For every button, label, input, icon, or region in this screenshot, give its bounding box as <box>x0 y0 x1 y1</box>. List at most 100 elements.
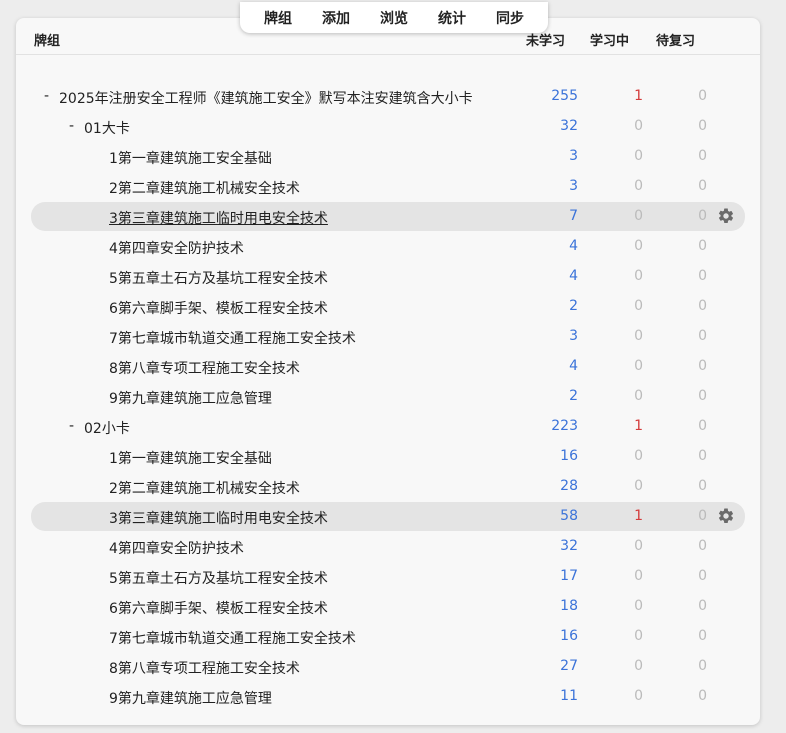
deck-name-link[interactable]: 01大卡 <box>84 118 130 138</box>
deck-name-link[interactable]: 5第五章土石方及基坑工程安全技术 <box>109 268 328 288</box>
due-count: 0 <box>698 358 707 374</box>
deck-name-link[interactable]: 02小卡 <box>84 418 130 438</box>
new-count: 58 <box>560 508 578 524</box>
deck-row[interactable]: 3第三章建筑施工临时用电安全技术 7 0 0 <box>31 202 745 231</box>
learn-count: 1 <box>634 418 643 434</box>
new-count: 223 <box>551 418 578 434</box>
deck-name-link[interactable]: 6第六章脚手架、模板工程安全技术 <box>109 298 328 318</box>
deck-name-link[interactable]: 2第二章建筑施工机械安全技术 <box>109 478 300 498</box>
header-due: 待复习 <box>656 34 696 49</box>
learn-count: 1 <box>634 88 643 104</box>
deck-name-link[interactable]: 6第六章脚手架、模板工程安全技术 <box>109 598 328 618</box>
new-count: 32 <box>560 118 578 134</box>
new-count: 11 <box>560 688 578 704</box>
deck-name-link[interactable]: 8第八章专项工程施工安全技术 <box>109 658 300 678</box>
deck-row[interactable]: 6第六章脚手架、模板工程安全技术 18 0 0 <box>31 592 745 621</box>
collapse-toggle[interactable]: - <box>69 418 74 434</box>
gear-icon[interactable] <box>717 507 735 525</box>
due-count: 0 <box>698 688 707 704</box>
deck-name-link[interactable]: 3第三章建筑施工临时用电安全技术 <box>109 208 328 228</box>
toolbar-decks-button[interactable]: 牌组 <box>249 8 307 28</box>
deck-name-link[interactable]: 3第三章建筑施工临时用电安全技术 <box>109 508 328 528</box>
deck-row[interactable]: 4第四章安全防护技术 4 0 0 <box>31 232 745 261</box>
new-count: 7 <box>569 208 578 224</box>
deck-row[interactable]: 1第一章建筑施工安全基础 3 0 0 <box>31 142 745 171</box>
toolbar-browse-button[interactable]: 浏览 <box>365 8 423 28</box>
deck-name-link[interactable]: 9第九章建筑施工应急管理 <box>109 388 272 408</box>
deck-row[interactable]: -01大卡 32 0 0 <box>31 112 745 141</box>
deck-row[interactable]: 1第一章建筑施工安全基础 16 0 0 <box>31 442 745 471</box>
due-count: 0 <box>698 238 707 254</box>
deck-row[interactable]: 7第七章城市轨道交通工程施工安全技术 3 0 0 <box>31 322 745 351</box>
collapse-toggle[interactable]: - <box>44 88 49 104</box>
learn-count: 0 <box>634 298 643 314</box>
new-count: 16 <box>560 448 578 464</box>
learn-count: 0 <box>634 328 643 344</box>
new-count: 27 <box>560 658 578 674</box>
deck-name-link[interactable]: 7第七章城市轨道交通工程施工安全技术 <box>109 628 356 648</box>
due-count: 0 <box>698 538 707 554</box>
due-count: 0 <box>698 598 707 614</box>
due-count: 0 <box>698 478 707 494</box>
due-count: 0 <box>698 118 707 134</box>
learn-count: 0 <box>634 568 643 584</box>
new-count: 28 <box>560 478 578 494</box>
new-count: 17 <box>560 568 578 584</box>
deck-name-link[interactable]: 9第九章建筑施工应急管理 <box>109 688 272 708</box>
deck-row[interactable]: 3第三章建筑施工临时用电安全技术 58 1 0 <box>31 502 745 531</box>
deck-row[interactable]: 4第四章安全防护技术 32 0 0 <box>31 532 745 561</box>
deck-row[interactable]: 2第二章建筑施工机械安全技术 3 0 0 <box>31 172 745 201</box>
learn-count: 0 <box>634 538 643 554</box>
deck-name-link[interactable]: 4第四章安全防护技术 <box>109 238 244 258</box>
learn-count: 0 <box>634 208 643 224</box>
learn-count: 0 <box>634 358 643 374</box>
due-count: 0 <box>698 298 707 314</box>
learn-count: 0 <box>634 628 643 644</box>
new-count: 4 <box>569 268 578 284</box>
deck-row[interactable]: -2025年注册安全工程师《建筑施工安全》默写本注安建筑含大小卡 255 1 0 <box>31 82 745 111</box>
deck-row[interactable]: 2第二章建筑施工机械安全技术 28 0 0 <box>31 472 745 501</box>
learn-count: 0 <box>634 148 643 164</box>
deck-row[interactable]: 7第七章城市轨道交通工程施工安全技术 16 0 0 <box>31 622 745 651</box>
due-count: 0 <box>698 178 707 194</box>
due-count: 0 <box>698 388 707 404</box>
deck-list-card: 牌组 未学习 学习中 待复习 -2025年注册安全工程师《建筑施工安全》默写本注… <box>16 18 760 725</box>
new-count: 3 <box>569 148 578 164</box>
toolbar-add-button[interactable]: 添加 <box>307 8 365 28</box>
deck-name-link[interactable]: 2第二章建筑施工机械安全技术 <box>109 178 300 198</box>
new-count: 2 <box>569 388 578 404</box>
toolbar-sync-button[interactable]: 同步 <box>481 8 539 28</box>
toolbar-stats-button[interactable]: 统计 <box>423 8 481 28</box>
top-toolbar: 牌组 添加 浏览 统计 同步 <box>240 2 548 33</box>
deck-row[interactable]: 9第九章建筑施工应急管理 2 0 0 <box>31 382 745 411</box>
due-count: 0 <box>698 568 707 584</box>
deck-name-link[interactable]: 8第八章专项工程施工安全技术 <box>109 358 300 378</box>
header-deck: 牌组 <box>34 34 61 49</box>
deck-row[interactable]: 5第五章土石方及基坑工程安全技术 4 0 0 <box>31 262 745 291</box>
deck-row[interactable]: 9第九章建筑施工应急管理 11 0 0 <box>31 682 745 711</box>
due-count: 0 <box>698 448 707 464</box>
deck-name-link[interactable]: 1第一章建筑施工安全基础 <box>109 448 272 468</box>
deck-name-link[interactable]: 7第七章城市轨道交通工程施工安全技术 <box>109 328 356 348</box>
deck-name-link[interactable]: 2025年注册安全工程师《建筑施工安全》默写本注安建筑含大小卡 <box>59 88 473 108</box>
new-count: 18 <box>560 598 578 614</box>
learn-count: 0 <box>634 688 643 704</box>
learn-count: 0 <box>634 598 643 614</box>
deck-name-link[interactable]: 4第四章安全防护技术 <box>109 538 244 558</box>
deck-row[interactable]: 8第八章专项工程施工安全技术 27 0 0 <box>31 652 745 681</box>
gear-icon[interactable] <box>717 207 735 225</box>
deck-row[interactable]: 6第六章脚手架、模板工程安全技术 2 0 0 <box>31 292 745 321</box>
deck-name-link[interactable]: 1第一章建筑施工安全基础 <box>109 148 272 168</box>
deck-row[interactable]: 8第八章专项工程施工安全技术 4 0 0 <box>31 352 745 381</box>
new-count: 3 <box>569 178 578 194</box>
learn-count: 0 <box>634 118 643 134</box>
new-count: 2 <box>569 298 578 314</box>
new-count: 255 <box>551 88 578 104</box>
deck-row[interactable]: -02小卡 223 1 0 <box>31 412 745 441</box>
deck-name-link[interactable]: 5第五章土石方及基坑工程安全技术 <box>109 568 328 588</box>
due-count: 0 <box>698 328 707 344</box>
due-count: 0 <box>698 658 707 674</box>
deck-row[interactable]: 5第五章土石方及基坑工程安全技术 17 0 0 <box>31 562 745 591</box>
new-count: 4 <box>569 358 578 374</box>
collapse-toggle[interactable]: - <box>69 118 74 134</box>
